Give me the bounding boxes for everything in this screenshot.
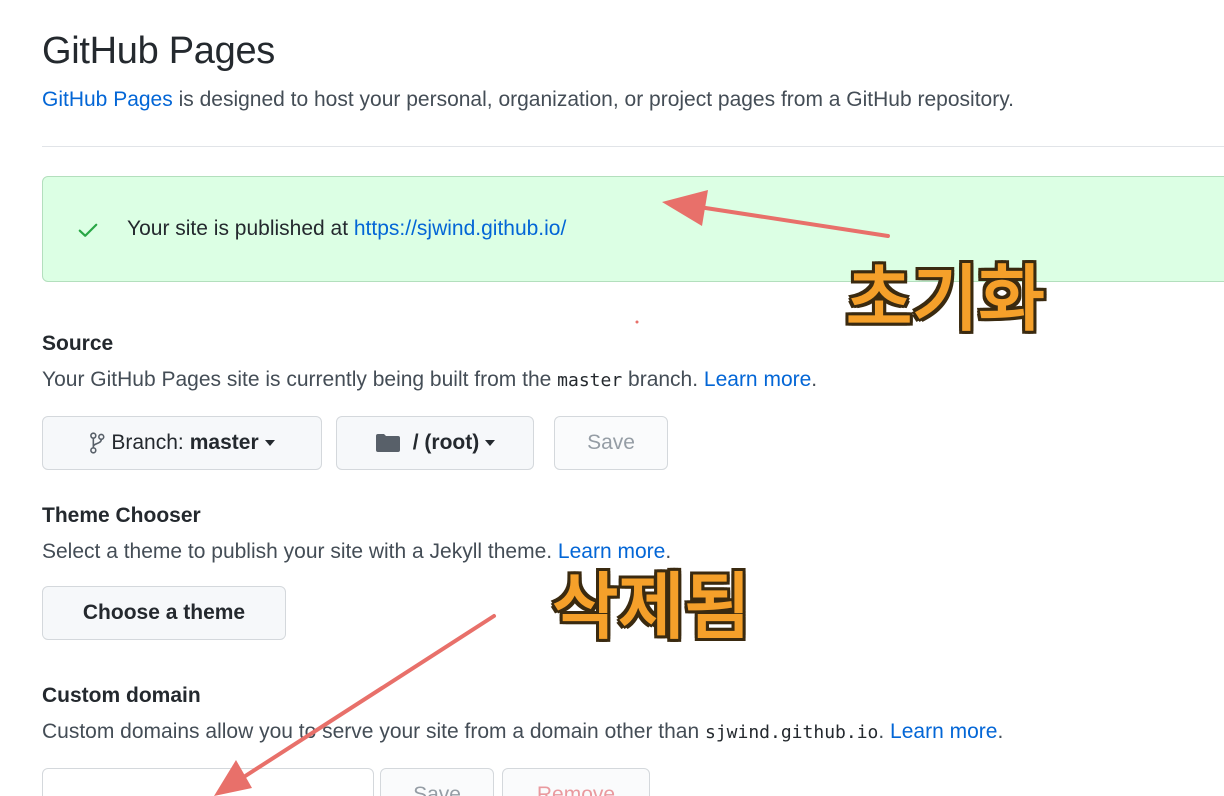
- folder-button-label: / (root): [412, 431, 480, 454]
- annotation-arrows: [214, 190, 890, 796]
- chevron-down-icon: [264, 440, 275, 446]
- source-title: Source: [42, 332, 114, 355]
- annotation-deleted: 삭제됨: [552, 565, 751, 649]
- folder-select-button[interactable]: / (root): [336, 416, 534, 470]
- divider: [42, 146, 1224, 147]
- site-url-link[interactable]: https://sjwind.github.io/: [354, 217, 566, 240]
- folder-icon: [375, 434, 400, 452]
- check-icon: [78, 223, 98, 237]
- choose-theme-button[interactable]: Choose a theme: [42, 586, 286, 640]
- custom-domain-period: .: [997, 720, 1004, 743]
- custom-domain-input[interactable]: [42, 768, 374, 796]
- page-intro: GitHub Pages is designed to host your pe…: [42, 88, 1014, 112]
- chevron-down-icon: [485, 440, 496, 446]
- custom-domain-title: Custom domain: [42, 684, 201, 707]
- flash-text: Your site is published at: [127, 217, 354, 240]
- theme-desc-text: Select a theme to publish your site with…: [42, 540, 558, 563]
- bottom-arrow-line: [234, 614, 496, 784]
- intro-text: is designed to host your personal, organ…: [172, 88, 1014, 111]
- branch-select-button[interactable]: Branch: master: [42, 416, 322, 470]
- published-flash: Your site is published at https://sjwind…: [42, 176, 1224, 282]
- source-desc-text: Your GitHub Pages site is currently bein…: [42, 368, 558, 391]
- branch-button-prefix: Branch:: [111, 431, 184, 454]
- source-desc-text-after: branch.: [622, 368, 704, 391]
- github-pages-link[interactable]: GitHub Pages: [42, 88, 173, 111]
- branch-button-value: master: [189, 431, 259, 454]
- custom-domain-save-button[interactable]: Save: [380, 768, 494, 796]
- flash-message: Your site is published at https://sjwind…: [127, 217, 566, 241]
- custom-domain-desc-after: .: [878, 720, 891, 743]
- custom-domain-description: Custom domains allow you to serve your s…: [42, 720, 1003, 744]
- page-title: GitHub Pages: [42, 30, 275, 72]
- domain-code: sjwind.github.io: [704, 722, 879, 743]
- annotation-dot: [635, 320, 639, 324]
- git-branch-icon: [90, 432, 105, 454]
- custom-domain-remove-button[interactable]: Remove: [502, 768, 650, 796]
- source-learn-more-link[interactable]: Learn more: [704, 368, 811, 391]
- source-description: Your GitHub Pages site is currently bein…: [42, 368, 817, 392]
- theme-title: Theme Chooser: [42, 504, 201, 527]
- custom-domain-desc-text: Custom domains allow you to serve your s…: [42, 720, 705, 743]
- source-save-button[interactable]: Save: [554, 416, 668, 470]
- branch-code: master: [557, 370, 623, 391]
- source-period: .: [811, 368, 818, 391]
- custom-domain-learn-more-link[interactable]: Learn more: [890, 720, 997, 743]
- github-pages-settings: GitHub Pages GitHub Pages is designed to…: [0, 0, 1224, 796]
- annotation-reset: 초기화: [846, 257, 1045, 341]
